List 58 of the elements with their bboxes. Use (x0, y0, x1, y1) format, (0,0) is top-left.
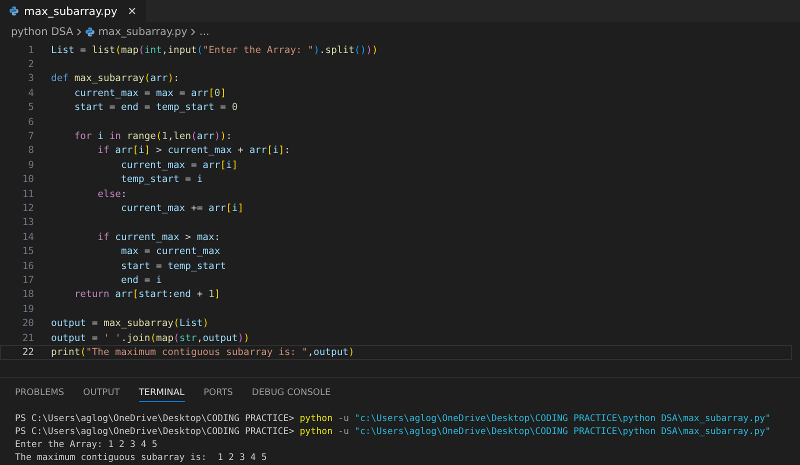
terminal-line: Enter the Array: 1 2 3 4 5 (15, 439, 158, 452)
line-number: 20 (21, 318, 34, 330)
code-line: output = ' '.join(map(str,output)) (51, 332, 250, 344)
python-file-icon (9, 6, 19, 16)
breadcrumb-file[interactable]: max_subarray.py (98, 26, 188, 38)
code-line: print("The maximum contiguous subarray is: ",output) (51, 346, 354, 358)
chevron-right-icon (190, 28, 196, 36)
code-line: current_max = arr[i] (120, 160, 238, 171)
line-number: 22 (21, 346, 34, 358)
breadcrumb-more[interactable]: ... (199, 26, 210, 38)
code-line: if arr[i] > current_max + arr[i]: (96, 145, 290, 156)
code-line: output = max_subarray(List) (51, 318, 209, 330)
panel-tab[interactable]: DEBUG CONSOLE (252, 383, 331, 402)
line-number: 16 (21, 260, 34, 272)
line-number: 3 (27, 73, 34, 84)
line-number: 9 (27, 160, 34, 171)
line-number: 6 (27, 116, 34, 128)
code-line: temp_start = i (120, 174, 203, 186)
breadcrumb-folder[interactable]: python DSA (11, 26, 74, 38)
code-line: current_max = max = arr[0] (73, 88, 226, 99)
line-number: 4 (27, 88, 34, 99)
line-number: 11 (21, 188, 34, 200)
terminal-line: PS C:\Users\aglog\OneDrive\Desktop\CODING PRACTICE> python -u "c:\Users\aglog\OneDrive\Desktop\CODING PRACTICE\python DSA\max_subarray.py" (15, 413, 772, 426)
terminal-line: PS C:\Users\aglog\OneDrive\Desktop\CODING PRACTICE> python -u "c:\Users\aglog\OneDrive\Desktop\CODING PRACTICE\python DSA\max_subarray.py" (15, 426, 772, 439)
code-line: max = current_max (120, 246, 220, 258)
code-line: return arr[start:end + 1] (73, 289, 220, 300)
line-number: 10 (21, 174, 34, 186)
line-number: 5 (27, 102, 34, 114)
code-line: def max_subarray(arr): (51, 73, 180, 84)
code-line: start = end = temp_start = 0 (73, 102, 238, 114)
code-line: if current_max > max: (96, 232, 220, 243)
line-number: 12 (21, 202, 34, 214)
terminal-line: The maximum contiguous subarray is: 1 2 3 4 5 (15, 452, 268, 465)
line-number: 13 (21, 217, 34, 228)
close-button[interactable]: ✕ (125, 4, 138, 18)
line-number: 17 (21, 274, 34, 286)
panel-tab[interactable]: TERMINAL (138, 383, 185, 402)
line-number: 21 (21, 332, 34, 344)
line-number: 1 (27, 44, 34, 56)
line-number: 15 (21, 246, 34, 258)
editor-tab[interactable]: max_subarray.py ✕ (0, 0, 146, 22)
chevron-right-icon (76, 28, 82, 36)
panel-tab[interactable]: PROBLEMS (15, 383, 64, 402)
line-number: 2 (27, 59, 34, 70)
line-number: 14 (21, 232, 34, 243)
code-line: for i in range(1,len(arr)): (73, 131, 232, 142)
line-number: 18 (21, 289, 34, 300)
code-line: List = list(map(int,input("Enter the Array: ").split())) (51, 44, 378, 56)
panel-tab[interactable]: PORTS (204, 383, 233, 402)
panel-tab[interactable]: OUTPUT (83, 383, 120, 402)
line-number: 19 (21, 304, 34, 315)
line-number: 8 (27, 145, 34, 156)
code-line: current_max += arr[i] (120, 202, 244, 214)
code-line: else: (96, 188, 127, 200)
code-line: start = temp_start (120, 260, 226, 272)
python-file-icon (85, 27, 96, 37)
code-line: end = i (120, 274, 162, 286)
line-number: 7 (27, 131, 34, 142)
